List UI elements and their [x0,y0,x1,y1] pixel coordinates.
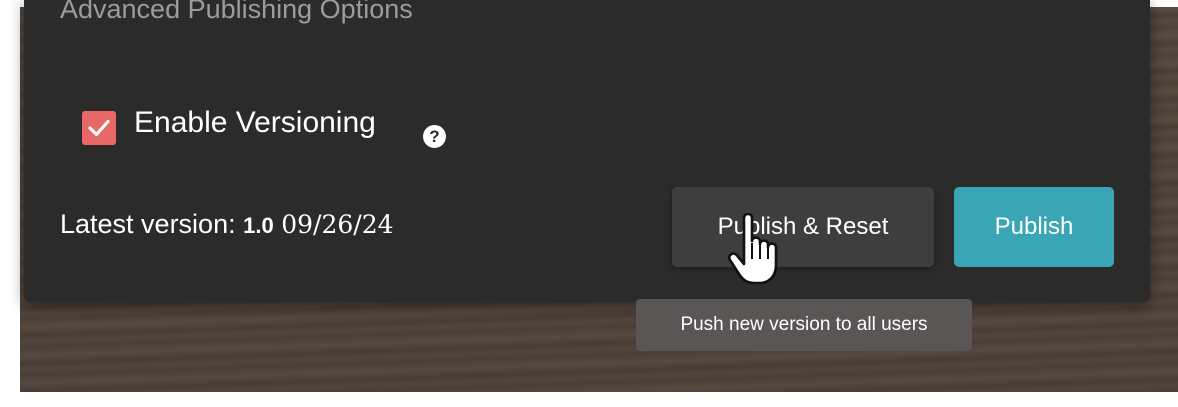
latest-version-info: Latest version: 1.0 09/26/24 [60,209,394,240]
help-icon[interactable]: ? [423,125,446,148]
tooltip: Push new version to all users [636,299,972,351]
hand-pointer-icon [727,213,778,285]
left-edge [0,0,20,407]
section-title: Advanced Publishing Options [60,0,413,24]
latest-version-date: 09/26/24 [281,210,394,239]
latest-version-number: 1.0 [243,213,274,238]
publish-button[interactable]: Publish [954,187,1114,267]
publish-reset-button[interactable]: Publish & Reset [672,187,934,267]
enable-versioning-label[interactable]: Enable Versioning [134,106,376,140]
latest-version-label: Latest version: [60,209,236,239]
publishing-panel: Advanced Publishing Options Enable Versi… [24,0,1150,302]
enable-versioning-checkbox[interactable] [82,111,116,145]
checkmark-icon [88,119,110,137]
bottom-edge [0,392,1178,407]
page-background: Advanced Publishing Options Enable Versi… [0,0,1178,407]
